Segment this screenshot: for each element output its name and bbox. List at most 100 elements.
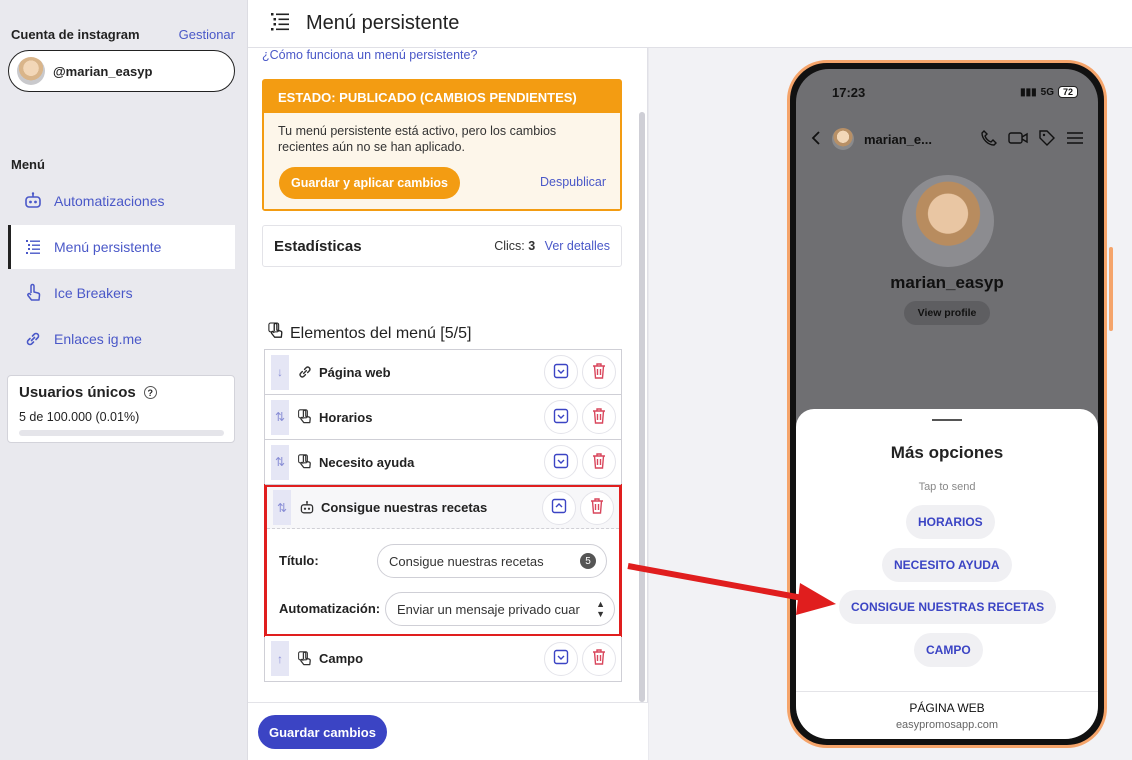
quick-reply-consigue-recetas[interactable]: CONSIGUE NUESTRAS RECETAS	[839, 590, 1057, 624]
sidebar-item-enlaces-igme[interactable]: Enlaces ig.me	[8, 317, 235, 361]
unique-users-value: 5 de 100.000 (0.01%)	[19, 410, 140, 424]
stats-card: Estadísticas Clics: 3 Ver detalles	[262, 225, 622, 267]
status-message-text: Tu menú persistente está activo, pero lo…	[278, 124, 557, 154]
collapse-button[interactable]	[542, 490, 576, 525]
chevron-down-icon	[553, 363, 569, 382]
menu-element-label: Necesito ayuda	[319, 454, 415, 470]
phone-time: 17:23	[832, 84, 866, 100]
signal-icon: ▮▮▮	[1020, 86, 1037, 98]
menu-icon	[1066, 131, 1084, 148]
menu-element-label: Horarios	[319, 409, 373, 425]
how-it-works-link[interactable]: ¿Cómo funciona un menú persistente?	[262, 48, 477, 62]
chat-name: marian_e...	[864, 131, 932, 147]
delete-button[interactable]	[582, 445, 616, 479]
save-and-apply-button[interactable]: Guardar y aplicar cambios	[279, 167, 461, 199]
web-link-title[interactable]: PÁGINA WEB	[796, 701, 1098, 715]
video-call-icon	[1008, 130, 1028, 149]
unique-users-title: Usuarios únicos	[19, 384, 136, 401]
battery-icon: 72	[1057, 86, 1078, 98]
drag-handle[interactable]: ⇅	[273, 490, 291, 525]
menu-element-label: Página web	[319, 364, 391, 380]
unpublish-link[interactable]: Despublicar	[540, 175, 606, 189]
sidebar-item-label: Ice Breakers	[54, 285, 133, 301]
drag-handle[interactable]: ↓	[271, 354, 289, 390]
expand-button[interactable]	[544, 400, 578, 434]
elements-heading: Elementos del menú [5/5]	[268, 322, 471, 345]
sidebar-item-ice-breakers[interactable]: Ice Breakers	[8, 271, 235, 315]
robot-icon	[22, 190, 44, 212]
sheet-grabber[interactable]	[932, 419, 962, 421]
sidebar-item-automatizaciones[interactable]: Automatizaciones	[8, 179, 235, 223]
trash-icon	[591, 362, 607, 383]
clicks-value: 3	[528, 239, 536, 253]
title-field-value: Consigue nuestras recetas	[389, 553, 544, 569]
link-icon	[297, 364, 313, 380]
drag-handle[interactable]: ⇅	[271, 399, 289, 435]
sidebar-item-label: Menú persistente	[54, 239, 162, 255]
account-selector[interactable]: @marian_easyp	[8, 50, 235, 92]
quick-reply-campo[interactable]: CAMPO	[914, 633, 983, 667]
char-count-badge: 5	[580, 553, 596, 569]
sidebar: Cuenta de instagram Gestionar @marian_ea…	[0, 0, 248, 760]
menu-element-row: ⇅ Horarios	[265, 395, 621, 440]
chat-header: marian_e...	[796, 115, 1098, 163]
status-card: ESTADO: PUBLICADO (CAMBIOS PENDIENTES) T…	[262, 79, 622, 211]
delete-button[interactable]	[582, 355, 616, 389]
delete-button[interactable]	[582, 641, 616, 676]
expand-button[interactable]	[544, 445, 578, 479]
chevron-up-icon	[551, 498, 567, 517]
elements-heading-text: Elementos del menú [5/5]	[290, 324, 472, 342]
sidebar-item-label: Automatizaciones	[54, 193, 165, 209]
menu-element-label: Consigue nuestras recetas	[321, 500, 488, 515]
back-icon	[810, 130, 822, 149]
view-profile-button[interactable]: View profile	[904, 301, 990, 325]
trash-icon	[591, 648, 607, 669]
hand-pointer-icon	[297, 650, 313, 667]
chevron-down-icon	[553, 453, 569, 472]
delete-button[interactable]	[580, 490, 614, 525]
delete-button[interactable]	[582, 400, 616, 434]
more-options-sheet: Más opciones Tap to send HORARIOS NECESI…	[796, 409, 1098, 739]
automation-select-value: Enviar un mensaje privado cuar	[397, 601, 580, 617]
status-title: ESTADO: PUBLICADO (CAMBIOS PENDIENTES)	[264, 81, 620, 113]
web-link-url: easypromosapp.com	[895, 719, 999, 731]
page-title: Menú persistente	[306, 12, 460, 34]
list-icon	[22, 236, 44, 258]
hand-pointer-icon	[297, 409, 313, 425]
account-username: @marian_easyp	[53, 63, 153, 79]
quick-reply-horarios[interactable]: HORARIOS	[906, 505, 995, 539]
expand-button[interactable]	[544, 641, 578, 676]
trash-icon	[591, 407, 607, 428]
quick-reply-necesito-ayuda[interactable]: NECESITO AYUDA	[882, 548, 1012, 582]
manage-link[interactable]: Gestionar	[179, 27, 235, 42]
link-icon	[22, 328, 44, 350]
drag-handle[interactable]: ↑	[271, 641, 289, 676]
menu-elements-list: ↓ Página web ⇅ Horarios ⇅ Necesito ayuda…	[264, 349, 622, 682]
page-header: Menú persistente	[248, 0, 1132, 48]
view-details-link[interactable]: Ver detalles	[545, 239, 610, 253]
save-changes-button[interactable]: Guardar cambios	[258, 715, 387, 749]
help-icon[interactable]: ?	[143, 386, 157, 399]
sidebar-item-menu-persistente[interactable]: Menú persistente	[8, 225, 235, 269]
avatar	[17, 57, 45, 85]
scrollbar[interactable]	[639, 112, 645, 702]
expand-button[interactable]	[544, 355, 578, 389]
menu-element-label: Campo	[319, 651, 364, 666]
stats-title: Estadísticas	[274, 237, 362, 255]
tap-to-send-hint: Tap to send	[918, 481, 976, 493]
sidebar-item-label: Enlaces ig.me	[54, 331, 142, 347]
automation-select[interactable]: Enviar un mensaje privado cuar ▲ ▼	[385, 592, 615, 626]
tag-icon	[1038, 129, 1056, 150]
scrollbar-thumb[interactable]	[639, 112, 645, 702]
drag-handle[interactable]: ⇅	[271, 444, 289, 480]
phone-status-bar: 17:23 ▮▮▮ 5G 72	[796, 69, 1098, 115]
phone-screen: 17:23 ▮▮▮ 5G 72 marian_e... marian_easyp…	[796, 69, 1098, 739]
profile-name: marian_easyp	[890, 273, 1004, 292]
title-field[interactable]: Consigue nuestras recetas 5	[377, 544, 607, 578]
menu-element-row: ↑ Campo	[265, 636, 621, 681]
hand-pointer-icon	[297, 454, 313, 470]
footer-bar: Guardar cambios	[248, 702, 648, 760]
menu-element-row: ↓ Página web	[265, 350, 621, 395]
phone-call-icon	[980, 129, 998, 150]
trash-icon	[589, 497, 605, 518]
